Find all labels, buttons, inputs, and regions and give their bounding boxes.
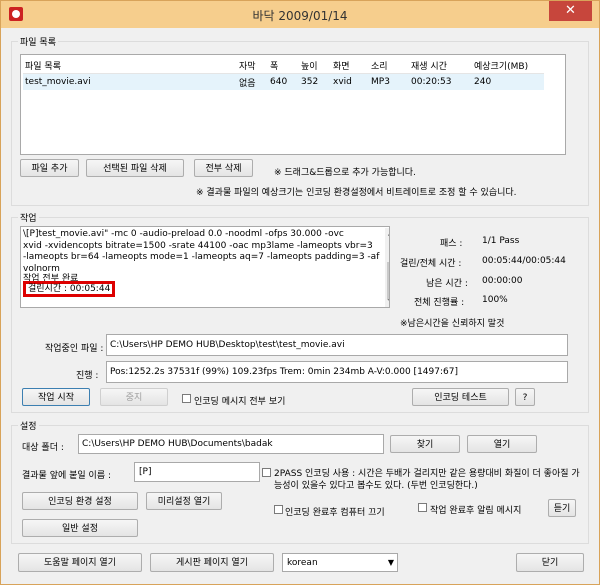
progress-label: 진행 : bbox=[76, 371, 99, 381]
show-all-messages-checkbox[interactable] bbox=[182, 394, 191, 403]
overall-progress-value: 100% bbox=[482, 295, 508, 305]
progress-field: Pos:1252.2s 37531f (99%) 109.23fps Trem:… bbox=[106, 361, 568, 383]
subtitle-cell: 없음 bbox=[239, 73, 270, 90]
log-line: \[P]test_movie.avi" -mc 0 -audio-preload… bbox=[23, 229, 344, 239]
add-file-button[interactable]: 파일 추가 bbox=[20, 159, 79, 177]
audio-codec-cell: MP3 bbox=[371, 73, 411, 90]
file-name-cell: test_movie.avi bbox=[23, 73, 239, 90]
delete-all-button[interactable]: 전부 삭제 bbox=[194, 159, 253, 177]
job-group: 작업 \[P]test_movie.avi" -mc 0 -audio-prel… bbox=[11, 211, 589, 413]
settings-group-label: 설정 bbox=[18, 419, 39, 432]
column-header-width[interactable]: 폭 bbox=[270, 57, 301, 74]
scroll-down-arrow-icon[interactable]: ▼ bbox=[388, 298, 389, 305]
shutdown-after-label[interactable]: 인코딩 완료후 컴퓨터 끄기 bbox=[285, 505, 385, 518]
notify-after-label[interactable]: 작업 완료후 알림 메시지 bbox=[430, 503, 521, 516]
browse-button[interactable]: 찾기 bbox=[390, 435, 460, 453]
duration-cell: 00:20:53 bbox=[411, 73, 474, 90]
remaining-time-note: ※남은시간을 신뢰하지 말것 bbox=[400, 319, 505, 329]
scroll-up-arrow-icon[interactable]: ▲ bbox=[388, 230, 389, 237]
overall-progress-label: 전체 진행률 : bbox=[414, 298, 465, 308]
two-pass-label-line2: 능성이 있을수 있다고 봅수도 있다. (두번 인코딩한다.) bbox=[274, 481, 478, 491]
window-title: 바닥 2009/01/14 bbox=[252, 9, 348, 23]
file-list-group-label: 파일 목록 bbox=[18, 35, 58, 48]
remaining-time-label: 남은 시간 : bbox=[426, 279, 468, 289]
target-folder-input[interactable]: C:\Users\HP DEMO HUB\Documents\badak bbox=[78, 434, 384, 454]
size-note: ※ 결과물 파일의 예상크기는 인코딩 환경설정에서 비트레이트로 조정 할 수… bbox=[196, 188, 517, 198]
language-select[interactable]: korean ▼ bbox=[282, 553, 398, 572]
start-job-button[interactable]: 작업 시작 bbox=[22, 388, 90, 406]
log-elapsed-row: 걸린시간 : 00:05:44 bbox=[23, 281, 379, 297]
column-header-filename[interactable]: 파일 목록 bbox=[23, 57, 239, 74]
file-table-grid: 파일 목록 자막 폭 높이 화면 소리 재생 시간 예상크기(MB) test_… bbox=[23, 57, 544, 90]
elapsed-time-highlight: 걸린시간 : 00:05:44 bbox=[23, 281, 116, 297]
table-row[interactable]: test_movie.avi 없음 640 352 xvid MP3 00:20… bbox=[23, 73, 544, 90]
target-folder-value: C:\Users\HP DEMO HUB\Documents\badak bbox=[82, 439, 273, 449]
preset-button[interactable]: 미리설정 열기 bbox=[146, 492, 222, 510]
encoding-test-button[interactable]: 인코딩 테스트 bbox=[412, 388, 509, 406]
log-line: -lameopts br=64 -lameopts mode=1 -lameop… bbox=[23, 252, 380, 262]
shutdown-after-checkbox[interactable] bbox=[274, 505, 283, 514]
remaining-time-value: 00:00:00 bbox=[482, 276, 523, 286]
file-table-header: 파일 목록 자막 폭 높이 화면 소리 재생 시간 예상크기(MB) bbox=[23, 57, 544, 74]
column-header-height[interactable]: 높이 bbox=[301, 57, 333, 74]
open-folder-button[interactable]: 열기 bbox=[467, 435, 537, 453]
general-settings-button[interactable]: 일반 설정 bbox=[22, 519, 138, 537]
language-value: korean bbox=[287, 558, 318, 568]
two-pass-checkbox[interactable] bbox=[262, 468, 271, 477]
column-header-video[interactable]: 화면 bbox=[333, 57, 371, 74]
encoding-settings-button[interactable]: 인코딩 환경 설정 bbox=[22, 492, 138, 510]
notify-after-checkbox[interactable] bbox=[418, 503, 427, 512]
board-page-button[interactable]: 게시판 페이지 열기 bbox=[150, 553, 274, 572]
scrollbar-thumb[interactable] bbox=[387, 262, 389, 300]
elapsed-total-value: 00:05:44/00:05:44 bbox=[482, 256, 566, 266]
current-file-label: 작업중인 파일 : bbox=[45, 344, 104, 354]
delete-selected-button[interactable]: 선택된 파일 삭제 bbox=[86, 159, 184, 177]
pass-label: 패스 : bbox=[440, 239, 463, 249]
width-cell: 640 bbox=[270, 73, 301, 90]
size-cell: 240 bbox=[474, 73, 544, 90]
stop-button[interactable]: 중지 bbox=[100, 388, 168, 406]
help-button[interactable]: ? bbox=[515, 388, 535, 406]
elapsed-total-label: 걸린/전체 시간 : bbox=[400, 259, 462, 269]
current-file-value: C:\Users\HP DEMO HUB\Desktop\test\test_m… bbox=[110, 340, 345, 350]
prefix-value: [P] bbox=[139, 467, 152, 477]
settings-group: 설정 대상 폴더 : C:\Users\HP DEMO HUB\Document… bbox=[11, 419, 589, 544]
target-folder-label: 대상 폴더 : bbox=[22, 443, 64, 453]
progress-value: Pos:1252.2s 37531f (99%) 109.23fps Trem:… bbox=[110, 367, 458, 377]
video-codec-cell: xvid bbox=[333, 73, 371, 90]
listen-button[interactable]: 듣기 bbox=[548, 499, 576, 517]
job-group-label: 작업 bbox=[18, 211, 39, 224]
help-page-button[interactable]: 도움말 페이지 열기 bbox=[18, 553, 142, 572]
title-bar[interactable]: 바닥 2009/01/14 ✕ bbox=[1, 1, 599, 28]
height-cell: 352 bbox=[301, 73, 333, 90]
pass-value: 1/1 Pass bbox=[482, 236, 520, 246]
file-list-group: 파일 목록 파일 목록 자막 폭 높이 화면 소리 재생 시간 예상크기(MB)… bbox=[11, 35, 589, 206]
main-window: 바닥 2009/01/14 ✕ 파일 목록 파일 목록 자막 폭 높이 화면 소… bbox=[0, 0, 600, 585]
column-header-audio[interactable]: 소리 bbox=[371, 57, 411, 74]
window-close-button[interactable]: ✕ bbox=[549, 1, 592, 21]
show-all-messages-label[interactable]: 인코딩 메시지 전부 보기 bbox=[194, 394, 285, 407]
column-header-subtitle[interactable]: 자막 bbox=[239, 57, 270, 74]
prefix-label: 결과물 앞에 붙일 이름 : bbox=[22, 471, 111, 481]
encoding-log[interactable]: \[P]test_movie.avi" -mc 0 -audio-preload… bbox=[20, 226, 390, 308]
file-table[interactable]: 파일 목록 자막 폭 높이 화면 소리 재생 시간 예상크기(MB) test_… bbox=[20, 54, 566, 155]
log-line: xvid -xvidencopts bitrate=1500 -srate 44… bbox=[23, 240, 373, 251]
log-scrollbar[interactable]: ▲ ▼ bbox=[385, 228, 389, 307]
close-button[interactable]: 닫기 bbox=[516, 553, 584, 572]
drag-drop-hint: ※ 드래그&드롭으로 추가 가능합니다. bbox=[274, 168, 416, 178]
column-header-size[interactable]: 예상크기(MB) bbox=[474, 57, 544, 74]
prefix-input[interactable]: [P] bbox=[134, 462, 260, 482]
current-file-field: C:\Users\HP DEMO HUB\Desktop\test\test_m… bbox=[106, 334, 568, 356]
column-header-duration[interactable]: 재생 시간 bbox=[411, 57, 474, 74]
chevron-down-icon: ▼ bbox=[387, 558, 394, 567]
log-text: \[P]test_movie.avi" -mc 0 -audio-preload… bbox=[23, 229, 380, 297]
